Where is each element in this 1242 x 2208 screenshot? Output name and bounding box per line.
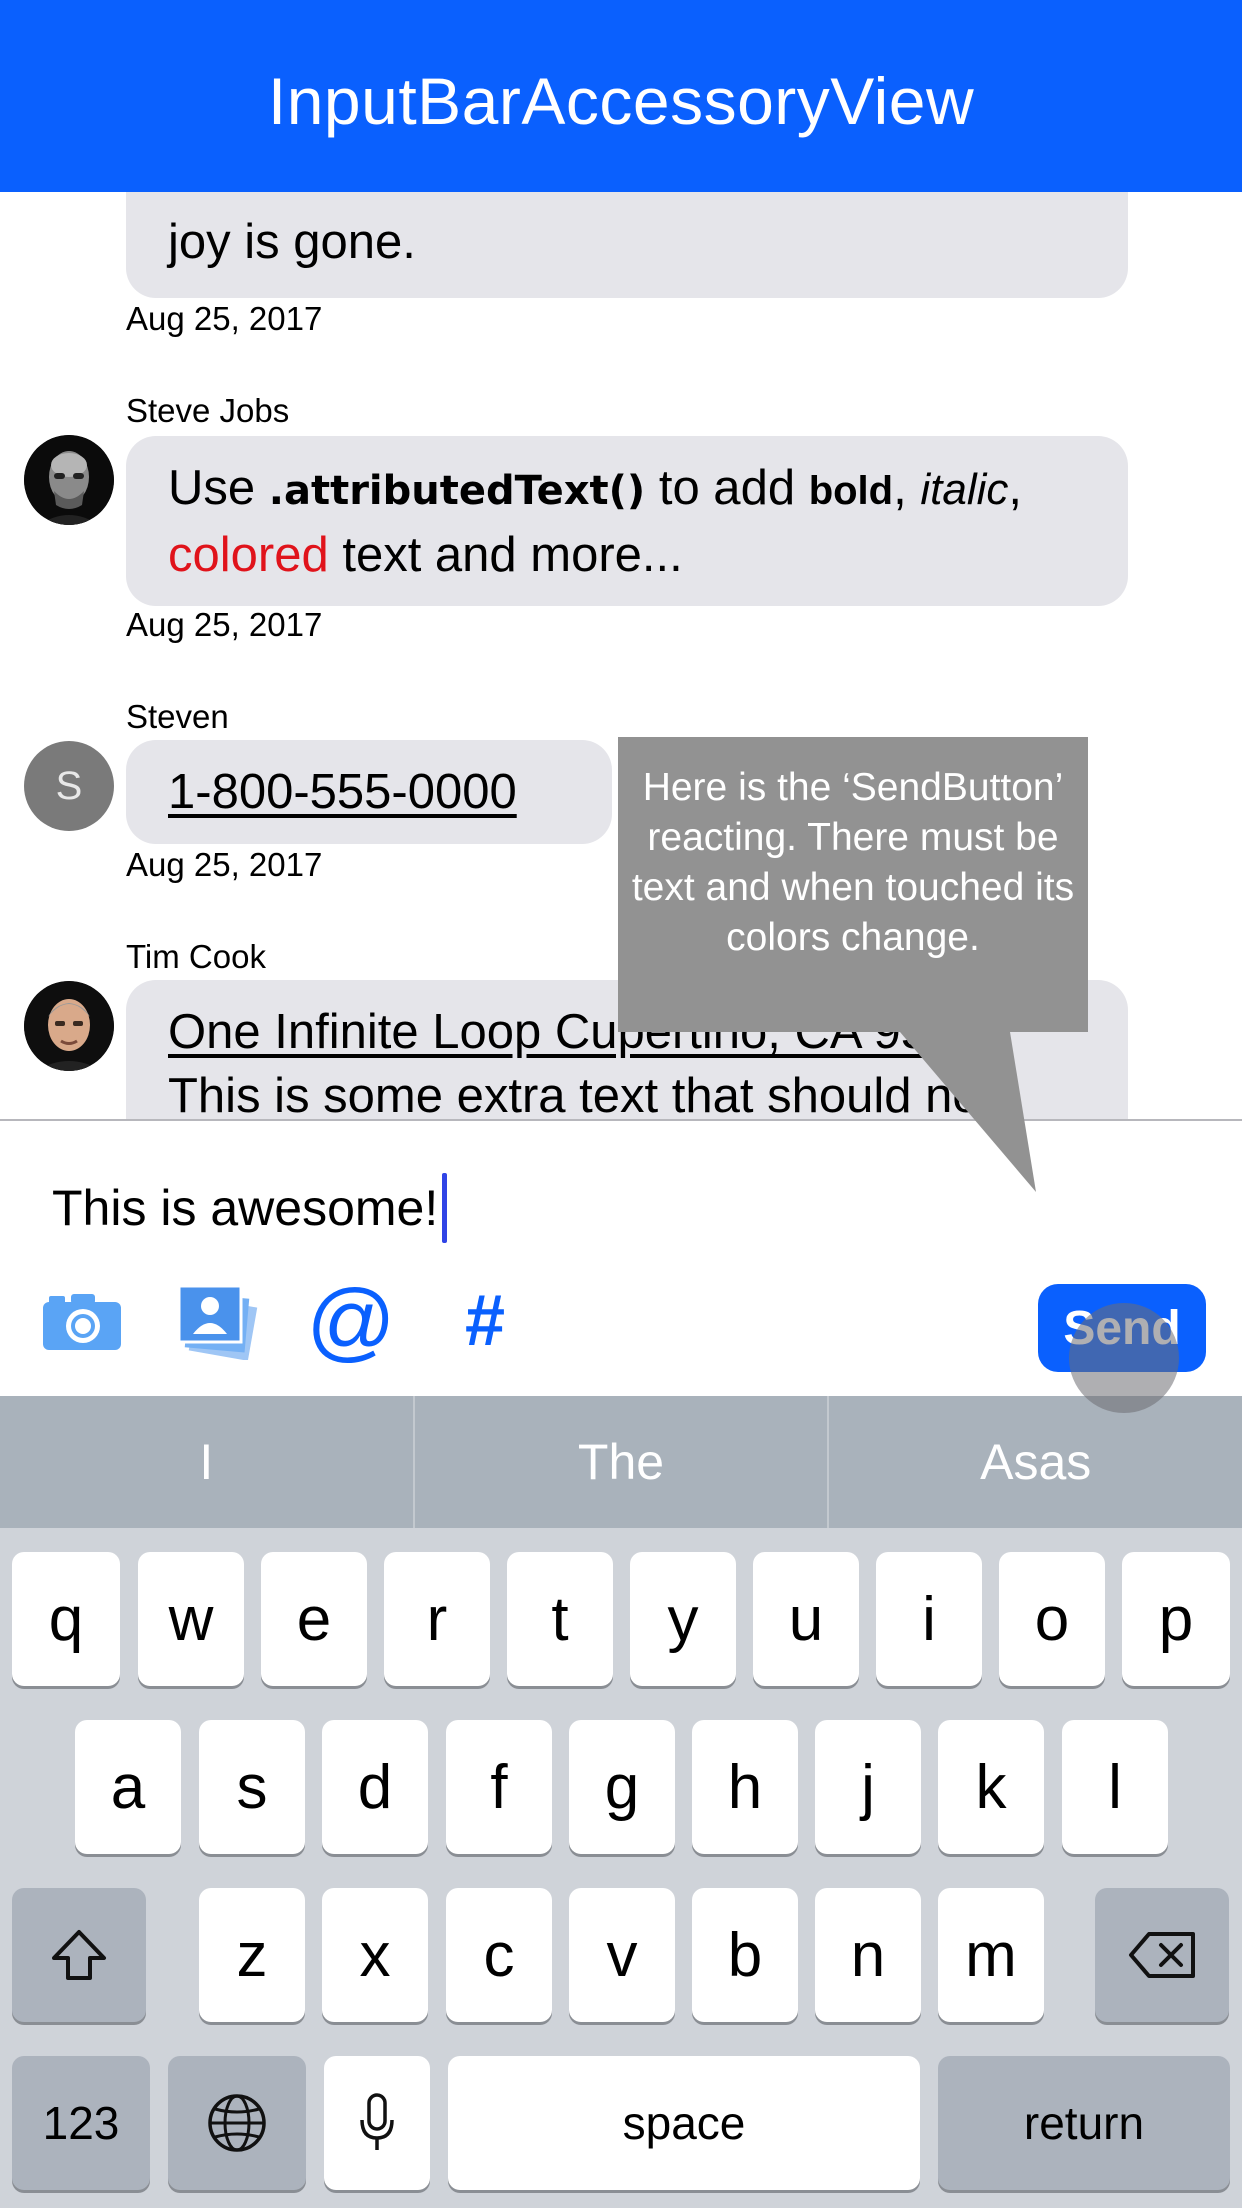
message-text: This is some extra text that should not xyxy=(168,1069,994,1120)
suggestion-bar: I The Asas xyxy=(0,1396,1242,1528)
phone-link[interactable]: 1-800-555-0000 xyxy=(168,765,517,819)
key-b[interactable]: b xyxy=(692,1888,798,2022)
dictation-key[interactable] xyxy=(324,2056,430,2190)
input-bar: This is awesome! @ # Send xyxy=(0,1119,1242,1396)
key-d[interactable]: d xyxy=(322,1720,428,1854)
globe-key[interactable] xyxy=(168,2056,306,2190)
key-q[interactable]: q xyxy=(12,1552,120,1686)
text-segment: , xyxy=(893,461,921,515)
key-i[interactable]: i xyxy=(876,1552,982,1686)
key-g[interactable]: g xyxy=(569,1720,675,1854)
text-segment: text and more... xyxy=(328,528,683,582)
text-segment: to add xyxy=(645,461,809,515)
sender-name: Steven xyxy=(126,698,229,735)
avatar[interactable] xyxy=(24,981,114,1071)
italic-text: italic xyxy=(920,465,1009,514)
photos-icon xyxy=(177,1284,258,1360)
key-k[interactable]: k xyxy=(938,1720,1044,1854)
nav-bar: InputBarAccessoryView xyxy=(0,0,1242,192)
hashtag-icon: # xyxy=(464,1281,506,1361)
camera-icon xyxy=(43,1294,121,1350)
camera-button[interactable] xyxy=(40,1281,124,1361)
at-sign-icon: @ xyxy=(306,1271,396,1370)
numbers-key[interactable]: 123 xyxy=(12,2056,150,2190)
avatar[interactable]: S xyxy=(24,741,114,831)
tooltip: Here is the ‘SendButton’ reacting. There… xyxy=(618,737,1088,1032)
tim-cook-avatar-icon xyxy=(24,981,114,1071)
avatar-initial: S xyxy=(55,763,83,808)
tooltip-text: Here is the ‘SendButton’ reacting. There… xyxy=(631,766,1075,959)
message-input[interactable]: This is awesome! xyxy=(52,1173,448,1243)
text-caret xyxy=(442,1173,448,1243)
key-y[interactable]: y xyxy=(630,1552,736,1686)
space-key[interactable]: space xyxy=(448,2056,920,2190)
message-bubble[interactable]: Use .attributedText() to add bold, itali… xyxy=(126,436,1128,606)
microphone-icon xyxy=(360,2093,394,2150)
message-date: Aug 25, 2017 xyxy=(126,846,323,883)
key-t[interactable]: t xyxy=(507,1552,613,1686)
globe-icon xyxy=(208,2094,266,2152)
key-u[interactable]: u xyxy=(753,1552,859,1686)
bold-text: bold xyxy=(808,469,894,513)
message-bubble[interactable]: joy is gone. xyxy=(126,192,1128,298)
steve-jobs-avatar-icon xyxy=(24,435,114,525)
key-f[interactable]: f xyxy=(446,1720,552,1854)
avatar[interactable] xyxy=(24,435,114,525)
key-c[interactable]: c xyxy=(446,1888,552,2022)
input-value: This is awesome! xyxy=(52,1180,439,1236)
return-key[interactable]: return xyxy=(938,2056,1230,2190)
hashtag-button[interactable]: # xyxy=(450,1281,520,1361)
photos-button[interactable] xyxy=(172,1281,262,1361)
tooltip-pointer xyxy=(900,1032,1036,1192)
key-s[interactable]: s xyxy=(199,1720,305,1854)
key-e[interactable]: e xyxy=(261,1552,367,1686)
suggestion[interactable]: The xyxy=(415,1396,830,1528)
key-m[interactable]: m xyxy=(938,1888,1044,2022)
nav-title: InputBarAccessoryView xyxy=(267,64,975,138)
message-text: joy is gone. xyxy=(168,215,416,269)
key-r[interactable]: r xyxy=(384,1552,490,1686)
keyboard-keys: q w e r t y u i o p a s d f g h j k l z … xyxy=(0,1528,1242,2208)
message-bubble[interactable]: 1-800-555-0000 xyxy=(126,740,612,844)
key-w[interactable]: w xyxy=(138,1552,244,1686)
key-a[interactable]: a xyxy=(75,1720,181,1854)
sender-name: Tim Cook xyxy=(126,938,266,975)
backspace-icon xyxy=(1129,1932,1195,1978)
key-v[interactable]: v xyxy=(569,1888,675,2022)
key-h[interactable]: h xyxy=(692,1720,798,1854)
key-p[interactable]: p xyxy=(1122,1552,1230,1686)
colored-text: colored xyxy=(168,528,329,582)
suggestion[interactable]: Asas xyxy=(829,1396,1242,1528)
key-z[interactable]: z xyxy=(199,1888,305,2022)
shift-key[interactable] xyxy=(12,1888,146,2022)
suggestion[interactable]: I xyxy=(0,1396,415,1528)
mention-button[interactable]: @ xyxy=(306,1277,396,1365)
sender-name: Steve Jobs xyxy=(126,392,290,429)
key-n[interactable]: n xyxy=(815,1888,921,2022)
keyboard: I The Asas q w e r t y u i o p a s d f g… xyxy=(0,1396,1242,2208)
message-date: Aug 25, 2017 xyxy=(126,300,323,337)
message-date: Aug 25, 2017 xyxy=(126,606,323,643)
attributed-text: Use .attributedText() to add bold, itali… xyxy=(168,461,1022,582)
delete-key[interactable] xyxy=(1095,1888,1229,2022)
key-o[interactable]: o xyxy=(999,1552,1105,1686)
touch-indicator xyxy=(1069,1303,1179,1413)
key-x[interactable]: x xyxy=(322,1888,428,2022)
key-l[interactable]: l xyxy=(1062,1720,1168,1854)
text-segment: , xyxy=(1008,461,1022,515)
shift-icon xyxy=(52,1930,106,1980)
code-text: .attributedText() xyxy=(268,468,646,514)
text-segment: Use xyxy=(168,461,269,515)
key-j[interactable]: j xyxy=(815,1720,921,1854)
